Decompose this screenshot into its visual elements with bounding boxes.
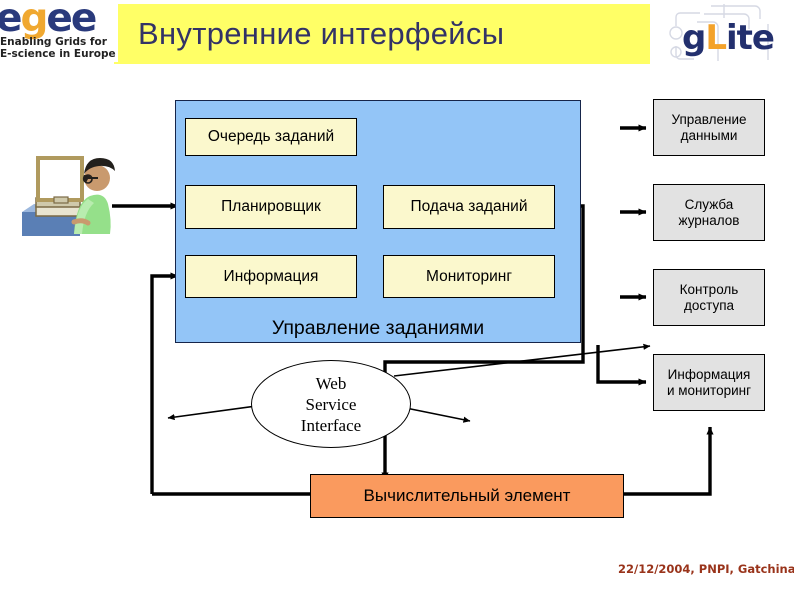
egee-letter-e1: e bbox=[0, 0, 22, 41]
box-logging-service-line2: журналов bbox=[678, 212, 740, 228]
box-information[interactable]: Информация bbox=[185, 255, 357, 298]
box-job-queue-label: Очередь заданий bbox=[207, 128, 335, 145]
slide-footer: 22/12/2004, PNPI, Gatchina bbox=[618, 562, 794, 576]
box-information-label: Информация bbox=[223, 267, 319, 285]
page-title: Внутренние интерфейсы bbox=[138, 16, 505, 51]
glite-logo: gLite bbox=[664, 2, 790, 66]
box-data-management-line2: данными bbox=[680, 127, 738, 143]
box-monitoring-label: Мониторинг bbox=[426, 267, 512, 285]
glite-letters-ite: ite bbox=[726, 18, 775, 58]
egee-tagline-line1: Enabling Grids for bbox=[0, 36, 107, 48]
box-data-management-line1: Управление bbox=[671, 111, 747, 127]
glite-letter-g: g bbox=[682, 18, 706, 58]
box-access-control-line1: Контроль bbox=[679, 281, 739, 297]
box-scheduler-label: Планировщик bbox=[221, 198, 321, 215]
box-info-monitoring-line2: и мониторинг bbox=[666, 382, 752, 398]
box-monitoring[interactable]: Мониторинг bbox=[383, 255, 555, 298]
egee-letter-e2: e bbox=[46, 0, 72, 41]
box-job-queue[interactable]: Очередь заданий bbox=[185, 118, 357, 156]
box-data-management[interactable]: Управление данными bbox=[653, 99, 765, 156]
slide-canvas: Внутренние интерфейсы egee Enabling Grid… bbox=[0, 0, 794, 595]
architecture-diagram: Управление заданиями Очередь заданий Пла… bbox=[0, 66, 794, 536]
web-service-interface-node[interactable]: Web Service Interface bbox=[251, 360, 411, 448]
egee-logo: egee Enabling Grids for E-science in Eur… bbox=[0, 0, 118, 62]
box-info-monitoring[interactable]: Информация и мониторинг bbox=[653, 354, 765, 411]
job-management-label: Управление заданиями bbox=[271, 317, 485, 339]
ws-line2: Service bbox=[305, 394, 357, 414]
box-info-monitoring-line1: Информация bbox=[667, 366, 751, 382]
box-computing-element-label: Вычислительный элемент bbox=[363, 486, 571, 505]
egee-wordmark: egee bbox=[0, 0, 97, 41]
ws-line3: Interface bbox=[300, 415, 362, 435]
user-at-computer-icon bbox=[18, 148, 118, 243]
box-access-control[interactable]: Контроль доступа bbox=[653, 269, 765, 326]
glite-letter-l: L bbox=[705, 18, 727, 58]
box-access-control-line2: доступа bbox=[683, 297, 735, 313]
box-job-submission-label: Подача заданий bbox=[410, 198, 528, 215]
egee-letter-e3: e bbox=[70, 0, 97, 41]
egee-tagline-line2: E-science in Europe bbox=[0, 48, 116, 60]
arrow-ce-to-infomonitoring bbox=[624, 426, 714, 496]
box-logging-service-line1: Служба bbox=[684, 196, 734, 212]
box-scheduler[interactable]: Планировщик bbox=[185, 185, 357, 229]
glite-wordmark: gLite bbox=[682, 18, 775, 58]
egee-letter-g: g bbox=[20, 0, 48, 41]
box-computing-element[interactable]: Вычислительный элемент bbox=[310, 474, 624, 518]
egee-tagline: Enabling Grids for E-science in Europe bbox=[0, 36, 118, 60]
box-job-submission[interactable]: Подача заданий bbox=[383, 185, 555, 229]
ws-line1: Web bbox=[315, 373, 347, 393]
box-logging-service[interactable]: Служба журналов bbox=[653, 184, 765, 241]
